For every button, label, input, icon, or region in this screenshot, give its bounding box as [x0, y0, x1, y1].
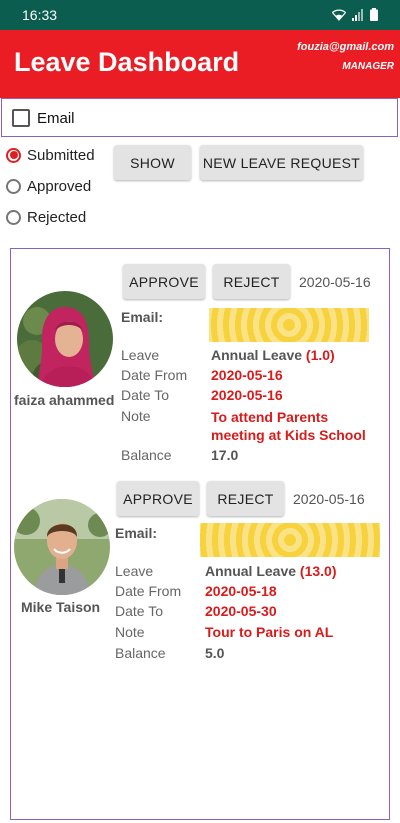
requester-name: Mike Taison: [21, 599, 101, 615]
avatar-man: [14, 499, 110, 595]
leave-request-list[interactable]: APPROVE REJECT 2020-05-16 faiza ahammed …: [10, 248, 390, 820]
requester-name: faiza ahammed: [14, 392, 115, 408]
request-date: 2020-05-16: [299, 274, 371, 290]
radio-rejected-label: Rejected: [27, 208, 87, 226]
app-bar: Leave Dashboard fouzia@gmail.com MANAGER: [0, 30, 400, 98]
email-label: Email:: [121, 309, 164, 325]
email-value-mask: [200, 523, 380, 557]
avatar: [17, 291, 113, 387]
radio-submitted-label: Submitted: [27, 146, 95, 164]
date-to-label: Date To: [121, 387, 169, 403]
reject-button[interactable]: REJECT: [207, 481, 284, 516]
radio-approved-button[interactable]: [6, 178, 21, 194]
email-checkbox[interactable]: [12, 109, 30, 127]
signal-icon: [352, 8, 363, 21]
date-to-value: 2020-05-30: [205, 603, 277, 619]
battery-icon: [370, 8, 378, 21]
avatar-woman: [17, 291, 113, 387]
app-title: Leave Dashboard: [14, 47, 240, 77]
leave-type-text: Annual Leave: [211, 347, 303, 363]
avatar: [14, 499, 110, 595]
leave-days: (1.0): [305, 347, 335, 363]
radio-approved[interactable]: Approved: [6, 175, 91, 197]
leave-type: Annual Leave (1.0): [211, 347, 335, 363]
show-button[interactable]: SHOW: [114, 145, 191, 180]
balance-value: 5.0: [205, 645, 225, 661]
leave-days: (13.0): [299, 563, 337, 579]
radio-submitted-button[interactable]: [6, 147, 21, 163]
wifi-icon: [332, 9, 346, 21]
request-date: 2020-05-16: [293, 491, 365, 507]
approve-button[interactable]: APPROVE: [123, 264, 205, 299]
new-leave-request-button[interactable]: NEW LEAVE REQUEST: [200, 145, 363, 180]
email-value-mask: [209, 308, 369, 342]
user-role: MANAGER: [342, 61, 394, 72]
leave-label: Leave: [115, 563, 154, 579]
leave-type: Annual Leave (13.0): [205, 563, 337, 579]
date-from-value: 2020-05-16: [211, 367, 283, 383]
balance-value: 17.0: [211, 447, 239, 463]
date-from-label: Date From: [115, 583, 182, 599]
radio-approved-label: Approved: [27, 177, 92, 195]
leave-request-card: APPROVE REJECT 2020-05-16 Mike Taison Em…: [11, 474, 389, 674]
note-value: Tour to Paris on AL: [205, 624, 334, 640]
email-checkbox-label: Email: [37, 110, 75, 127]
leave-label: Leave: [121, 347, 160, 363]
email-label: Email:: [115, 525, 158, 541]
date-to-label: Date To: [115, 603, 163, 619]
leave-type-text: Annual Leave: [205, 563, 297, 579]
radio-submitted[interactable]: Submitted: [6, 144, 95, 166]
date-from-label: Date From: [121, 367, 188, 383]
date-to-value: 2020-05-16: [211, 387, 283, 403]
reject-button[interactable]: REJECT: [213, 264, 290, 299]
balance-label: Balance: [115, 645, 166, 661]
date-from-value: 2020-05-18: [205, 583, 277, 599]
approve-button[interactable]: APPROVE: [117, 481, 199, 516]
note-label: Note: [115, 624, 145, 640]
note-value: To attend Parents meeting at Kids School: [211, 409, 366, 443]
radio-rejected-button[interactable]: [6, 209, 21, 225]
status-icons: [332, 8, 378, 21]
balance-label: Balance: [121, 447, 172, 463]
leave-request-card: APPROVE REJECT 2020-05-16 faiza ahammed …: [11, 249, 389, 474]
status-bar: 16:33: [0, 0, 400, 30]
note-label: Note: [121, 408, 151, 424]
radio-rejected[interactable]: Rejected: [6, 206, 86, 228]
status-time: 16:33: [22, 7, 58, 23]
email-filter-row: Email: [1, 98, 398, 137]
user-email: fouzia@gmail.com: [297, 41, 394, 53]
